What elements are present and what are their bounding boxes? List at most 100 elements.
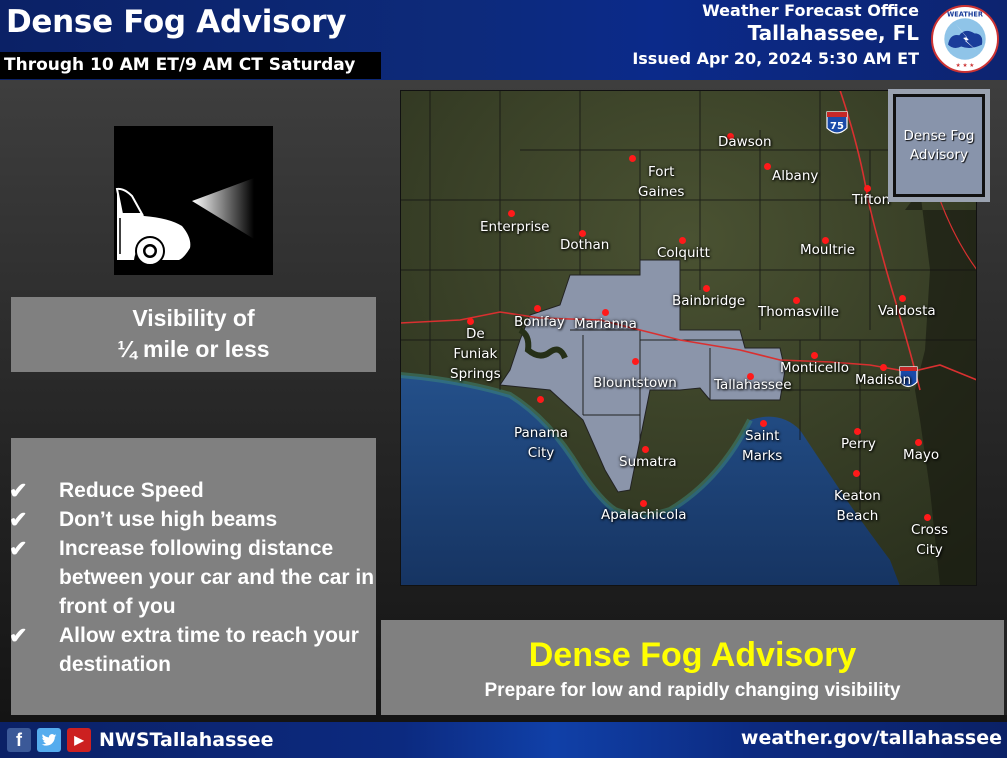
checkmark-icon: ✔ [9, 623, 28, 648]
city-label-line: Dawson [718, 134, 772, 150]
city-label: De Funiak Springs [450, 324, 501, 384]
city-label: Dothan [560, 235, 609, 255]
office-info: Weather Forecast Office Tallahassee, FL … [632, 0, 919, 68]
office-label: Weather Forecast Office [702, 1, 919, 20]
page-title: Dense Fog Advisory [6, 4, 347, 40]
tip-item: ✔ Allow extra time to reach your destina… [9, 621, 376, 679]
nws-logo-icon: WEATHER ★ ★ ★ [931, 5, 999, 73]
city-label-line: Albany [772, 168, 819, 184]
footer: f ▶ NWSTallahassee weather.gov/tallahass… [0, 722, 1007, 758]
city-label-line: Gaines [638, 184, 685, 200]
city-label-line: Dothan [560, 237, 610, 253]
safety-tips: ✔ Reduce Speed ✔ Don’t use high beams ✔ … [9, 438, 376, 715]
visibility-box: Visibility of ¼ mile or less [11, 297, 376, 372]
city-label: Mayo [903, 445, 939, 465]
tip-item: ✔ Don’t use high beams [9, 505, 376, 534]
city-label-line: Cross [911, 522, 949, 538]
city-label-line: Moultrie [800, 242, 856, 258]
city-label-line: Marianna [574, 316, 637, 332]
city-label: Fort Gaines [638, 162, 684, 202]
city-label: Bonifay [514, 312, 565, 332]
visibility-line2: ¼ mile or less [117, 336, 270, 362]
city-label-line: Tifton [852, 192, 891, 208]
svg-text:WEATHER: WEATHER [947, 10, 983, 18]
twitter-icon[interactable] [37, 728, 61, 752]
city-label-line: Perry [841, 436, 876, 452]
city-label: Colquitt [657, 243, 710, 263]
checkmark-icon: ✔ [9, 507, 28, 532]
city-label: Marianna [574, 314, 637, 334]
tip-item: ✔ Increase following distance between yo… [9, 534, 376, 621]
city-label: Enterprise [480, 217, 549, 237]
visibility-line1: Visibility of [132, 305, 255, 331]
city-label-line: City [527, 445, 555, 461]
city-label-line: Bonifay [514, 314, 565, 330]
city-label: Cross City [911, 520, 948, 560]
city-dot [853, 470, 860, 477]
city-label-line: De [465, 326, 485, 342]
city-label-line: Valdosta [878, 303, 936, 319]
city-label: Bainbridge [672, 291, 745, 311]
city-dot [537, 396, 544, 403]
city-label: Dawson [718, 132, 772, 152]
city-label: Perry [841, 434, 876, 454]
issued-time: Issued Apr 20, 2024 5:30 AM ET [632, 49, 919, 68]
tip-item: ✔ Reduce Speed [9, 476, 376, 505]
city-label: Tifton [852, 190, 890, 210]
tip-text: Don’t use high beams [59, 508, 278, 531]
social-handle[interactable]: NWSTallahassee [99, 729, 273, 751]
city-label-line: Colquitt [657, 245, 710, 261]
city-dot [632, 358, 639, 365]
city-dot [764, 163, 771, 170]
map-legend: Dense Fog Advisory [888, 89, 990, 202]
city-label-line: Funiak [453, 346, 498, 362]
city-label-line: Marks [742, 448, 783, 464]
city-label: Tallahassee [714, 375, 792, 395]
city-label: Saint Marks [742, 426, 782, 466]
facebook-icon[interactable]: f [7, 728, 31, 752]
svg-text:75: 75 [830, 121, 844, 132]
city-label: Panama City [514, 423, 568, 463]
city-label-line: Saint [744, 428, 780, 444]
city-label-line: Madison [855, 372, 912, 388]
advisory-banner: Dense Fog Advisory Prepare for low and r… [381, 620, 1007, 715]
validity-bar: Through 10 AM ET/9 AM CT Saturday [0, 52, 381, 79]
city-label: Moultrie [800, 240, 855, 260]
city-label: Albany [772, 166, 818, 186]
city-label-line: Tallahassee [714, 377, 792, 393]
city-label-line: Blountstown [593, 375, 677, 391]
city-label: Thomasville [758, 302, 839, 322]
city-label-line: Mayo [903, 447, 940, 463]
tip-text: Allow extra time to reach your destinati… [59, 624, 359, 676]
city-label-line: Panama [514, 425, 569, 441]
header: Dense Fog Advisory Through 10 AM ET/9 AM… [0, 0, 1007, 80]
checkmark-icon: ✔ [9, 478, 28, 503]
social-links: f ▶ NWSTallahassee [7, 728, 273, 752]
city-label: Sumatra [619, 452, 677, 472]
city-label-line: City [916, 542, 943, 558]
city-label: Madison [855, 370, 911, 390]
city-label-line: Keaton [834, 488, 881, 504]
youtube-icon[interactable]: ▶ [67, 728, 91, 752]
website-link[interactable]: weather.gov/tallahassee [741, 727, 1002, 749]
city-dot [534, 305, 541, 312]
city-label-line: Springs [450, 366, 501, 382]
city-label: Blountstown [593, 373, 677, 393]
city-label-line: Bainbridge [672, 293, 746, 309]
city-label-line: Apalachicola [601, 507, 687, 523]
office-location: Tallahassee, FL [747, 21, 919, 45]
city-label: Keaton Beach [834, 486, 881, 526]
city-label: Apalachicola [601, 505, 687, 525]
city-label-line: Enterprise [480, 219, 550, 235]
interstate-75-shield: 75 [826, 111, 848, 134]
city-dot [508, 210, 515, 217]
tip-text: Reduce Speed [59, 479, 204, 502]
svg-text:★ ★ ★: ★ ★ ★ [956, 62, 975, 69]
validity-text: Through 10 AM ET/9 AM CT Saturday [4, 55, 356, 75]
city-label-line: Sumatra [619, 454, 677, 470]
banner-title: Dense Fog Advisory [528, 636, 857, 674]
checkmark-icon: ✔ [9, 536, 28, 561]
city-label: Valdosta [878, 301, 936, 321]
banner-subtitle: Prepare for low and rapidly changing vis… [484, 680, 901, 701]
city-dot [629, 155, 636, 162]
